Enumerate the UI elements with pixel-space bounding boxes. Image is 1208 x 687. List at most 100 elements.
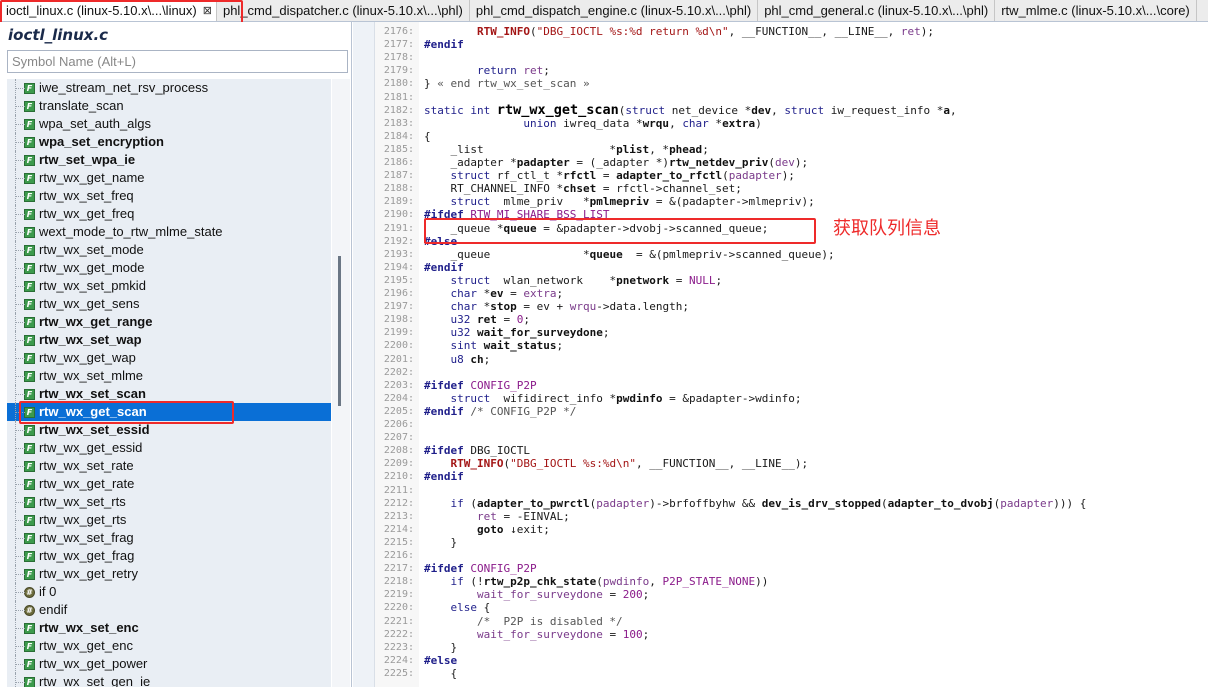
code-line[interactable]: static int rtw_wx_get_scan(struct net_de… (424, 103, 957, 117)
code-line[interactable]: _queue *queue = &(pmlmepriv->scanned_que… (424, 248, 834, 261)
code-line[interactable]: #ifdef CONFIG_P2P (424, 562, 537, 575)
code-line[interactable]: char *stop = ev + wrqu->data.length; (424, 300, 689, 313)
code-line[interactable]: } (424, 536, 457, 549)
close-icon[interactable]: ⊠ (203, 4, 212, 17)
tab-0[interactable]: ioctl_linux.c (linux-5.10.x\...\linux) ⊠ (0, 0, 217, 21)
symbol-item[interactable]: Frtw_wx_get_frag (7, 547, 331, 565)
tab-3[interactable]: phl_cmd_general.c (linux-5.10.x\...\phl) (758, 0, 996, 21)
code-line[interactable]: } « end rtw_wx_set_scan » (424, 77, 590, 90)
code-line[interactable]: goto ↓exit; (424, 523, 550, 536)
code-line[interactable]: if (adapter_to_pwrctl(padapter)->brfoffb… (424, 497, 1087, 510)
symbol-item[interactable]: Fiwe_stream_net_rsv_process (7, 79, 331, 97)
code-line[interactable]: else { (424, 601, 491, 614)
code-line[interactable]: #ifdef DBG_IOCTL (424, 444, 530, 457)
symbol-item[interactable]: Frtw_wx_get_freq (7, 205, 331, 223)
symbol-item[interactable]: Fwext_mode_to_rtw_mlme_state (7, 223, 331, 241)
symbol-item[interactable]: Frtw_wx_set_mode (7, 241, 331, 259)
line-number: 2215: (383, 536, 414, 548)
symbol-item[interactable]: Frtw_wx_set_rts (7, 493, 331, 511)
code-line[interactable]: struct wlan_network *pnetwork = NULL; (424, 274, 723, 287)
line-number: 2213: (383, 510, 414, 522)
code-line[interactable]: struct mlme_priv *pmlmepriv = &(padapter… (424, 195, 815, 208)
code-line[interactable]: { (424, 130, 431, 143)
symbol-item[interactable]: Frtw_wx_get_sens (7, 295, 331, 313)
symbol-item[interactable]: Ftranslate_scan (7, 97, 331, 115)
line-number: 2185: (383, 143, 414, 155)
code-line[interactable]: #ifdef RTW_MI_SHARE_BSS_LIST (424, 208, 609, 221)
code-line[interactable]: #ifdef CONFIG_P2P (424, 379, 537, 392)
line-number: 2186: (383, 157, 414, 168)
symbol-item[interactable]: Frtw_wx_get_essid (7, 439, 331, 457)
symbol-item[interactable]: Frtw_wx_get_wap (7, 349, 331, 367)
code-line[interactable]: _adapter *padapter = (_adapter *)rtw_net… (424, 156, 808, 169)
code-line[interactable]: /* P2P is disabled */ (424, 615, 623, 628)
symbol-item[interactable]: Frtw_wx_get_mode (7, 259, 331, 277)
code-line[interactable]: _queue *queue = &padapter->dvobj->scanne… (424, 222, 768, 235)
code-line[interactable]: #endif /* CONFIG_P2P */ (424, 405, 576, 418)
symbol-item[interactable]: Frtw_wx_set_enc (7, 619, 331, 637)
code-line[interactable]: wait_for_surveydone = 100; (424, 628, 649, 641)
line-number: 2196: (383, 288, 414, 299)
code-line[interactable]: } (424, 641, 457, 654)
symbol-item[interactable]: Frtw_wx_set_scan (7, 385, 331, 403)
symbol-item[interactable]: Frtw_wx_set_gen_ie (7, 673, 331, 687)
code-line[interactable]: if (!rtw_p2p_chk_state(pwdinfo, P2P_STAT… (424, 575, 769, 588)
symbol-item[interactable]: Frtw_wx_set_freq (7, 187, 331, 205)
tab-label: rtw_mlme.c (linux-5.10.x\...\core) (1001, 3, 1190, 18)
tab-2[interactable]: phl_cmd_dispatch_engine.c (linux-5.10.x\… (470, 0, 759, 21)
code-line[interactable]: struct wifidirect_info *pwdinfo = &padap… (424, 392, 802, 405)
symbol-item[interactable]: Frtw_set_wpa_ie (7, 151, 331, 169)
code-line[interactable]: sint wait_status; (424, 339, 564, 352)
code-line[interactable]: #endif (424, 261, 464, 274)
symbol-item[interactable]: Frtw_wx_get_enc (7, 637, 331, 655)
code-line[interactable]: RTW_INFO("DBG_IOCTL %s:%d\n", __FUNCTION… (424, 457, 809, 470)
symbol-item[interactable]: Frtw_wx_get_rts (7, 511, 331, 529)
symbol-item[interactable]: Fwpa_set_auth_algs (7, 115, 331, 133)
code-line[interactable]: u32 wait_for_surveydone; (424, 326, 610, 339)
tab-1[interactable]: phl_cmd_dispatcher.c (linux-5.10.x\...\p… (217, 0, 470, 21)
symbol-item-label: rtw_wx_get_frag (39, 548, 135, 563)
symbol-item[interactable]: # if 0 (7, 583, 331, 601)
symbol-item[interactable]: Frtw_wx_set_pmkid (7, 277, 331, 295)
tab-4[interactable]: rtw_mlme.c (linux-5.10.x\...\core) (995, 0, 1197, 21)
symbol-item[interactable]: Frtw_wx_get_range (7, 313, 331, 331)
symbol-item-label: rtw_set_wpa_ie (39, 152, 136, 167)
code-line[interactable]: { (424, 667, 457, 680)
line-number: 2208: (383, 445, 414, 457)
code-line[interactable]: #endif (424, 470, 464, 483)
symbol-item[interactable]: # endif (7, 601, 331, 619)
line-number: 2203: (383, 379, 414, 391)
symbol-item[interactable]: Frtw_wx_set_wap (7, 331, 331, 349)
code-line[interactable]: _list *plist, *phead; (424, 143, 708, 156)
symbol-item[interactable]: Frtw_wx_get_scan (7, 403, 331, 421)
scrollbar-thumb[interactable] (338, 256, 341, 406)
code-line[interactable]: RT_CHANNEL_INFO *chset = rfctl->channel_… (424, 182, 741, 195)
code-line[interactable]: union iwreq_data *wrqu, char *extra) (424, 117, 761, 130)
function-icon: F (24, 299, 35, 310)
symbol-item[interactable]: Frtw_wx_get_retry (7, 565, 331, 583)
symbol-list-scrollbar[interactable] (332, 79, 350, 687)
code-line[interactable]: RTW_INFO("DBG_IOCTL %s:%d return %d\n", … (424, 25, 934, 38)
code-line[interactable]: #else (424, 235, 457, 248)
line-number: 2205: (383, 405, 414, 417)
code-line[interactable]: return ret; (424, 64, 550, 77)
code-line[interactable]: ret = -EINVAL; (424, 510, 570, 523)
code-line[interactable]: char *ev = extra; (424, 287, 564, 300)
code-line[interactable]: wait_for_surveydone = 200; (424, 588, 649, 601)
code-line[interactable]: #else (424, 654, 457, 667)
code-line[interactable]: u32 ret = 0; (424, 313, 531, 326)
symbol-item[interactable]: Frtw_wx_set_rate (7, 457, 331, 475)
symbol-item[interactable]: Frtw_wx_set_essid (7, 421, 331, 439)
symbol-item[interactable]: Frtw_wx_set_mlme (7, 367, 331, 385)
code-line[interactable]: #endif (424, 38, 464, 51)
symbol-item[interactable]: Frtw_wx_get_power (7, 655, 331, 673)
code-line[interactable]: u8 ch; (424, 353, 491, 366)
symbol-item[interactable]: Fwpa_set_encryption (7, 133, 331, 151)
symbol-item[interactable]: Frtw_wx_set_frag (7, 529, 331, 547)
function-icon: F (24, 317, 35, 328)
symbol-search-input[interactable]: Symbol Name (Alt+L) (7, 50, 348, 73)
code-editor[interactable]: 2176: RTW_INFO("DBG_IOCTL %s:%d return %… (353, 22, 1208, 687)
code-line[interactable]: struct rf_ctl_t *rfctl = adapter_to_rfct… (424, 169, 795, 182)
symbol-item[interactable]: Frtw_wx_get_rate (7, 475, 331, 493)
symbol-item[interactable]: Frtw_wx_get_name (7, 169, 331, 187)
